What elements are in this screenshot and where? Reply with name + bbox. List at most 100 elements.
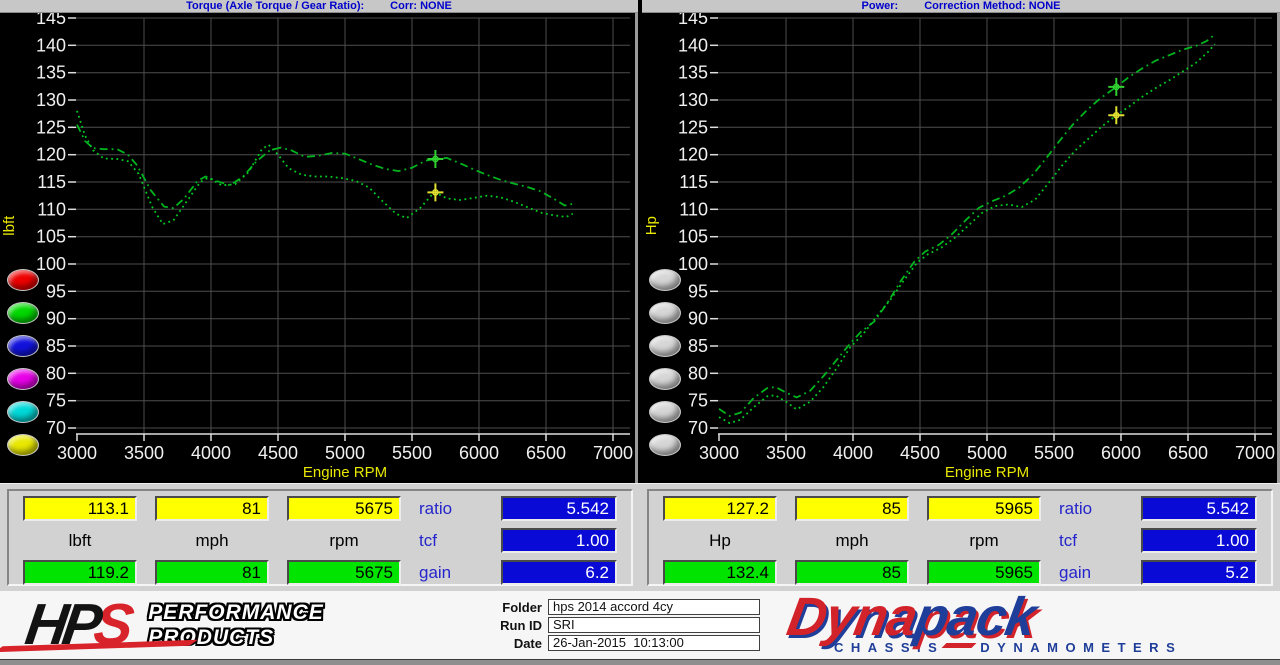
power-gridlines — [718, 18, 1272, 434]
power-cursor-marker-1 — [1108, 106, 1124, 124]
trace-button-right-slot-3[interactable] — [649, 335, 681, 357]
trace-button-left-yellow[interactable] — [7, 434, 39, 456]
svg-text:130: 130 — [36, 90, 66, 110]
torque-compare-rpm-field: 5675 — [287, 560, 401, 585]
svg-text:Hp: Hp — [643, 216, 660, 235]
power-data-panel: 127.2 85 5965 ratio 5.542 Hp mph rpm tcf… — [647, 489, 1273, 586]
hps-logo: HPS PERFORMANCE PRODUCTS — [8, 596, 486, 654]
power-chart-title: Power: — [862, 0, 899, 13]
svg-text:115: 115 — [37, 172, 66, 192]
trace-button-left-magenta[interactable] — [7, 368, 39, 390]
svg-text:110: 110 — [37, 199, 66, 219]
torque-cursor-value-field: 113.1 — [23, 496, 137, 521]
svg-text:75: 75 — [46, 391, 66, 411]
svg-text:90: 90 — [688, 309, 708, 329]
torque-cursor-rpm-field: 5675 — [287, 496, 401, 521]
trace-button-right-slot-2[interactable] — [649, 302, 681, 324]
torque-gain-label: gain — [419, 560, 483, 585]
power-cursor-value-field: 127.2 — [663, 496, 777, 521]
torque-compare-mph-field: 81 — [155, 560, 269, 585]
dynapack-word-blue: pack — [911, 587, 1041, 647]
power-cursor-marker-0 — [1108, 78, 1124, 96]
trace-button-right-slot-1[interactable] — [649, 269, 681, 291]
trace-button-left-red[interactable] — [7, 269, 39, 291]
svg-text:6500: 6500 — [526, 443, 566, 463]
svg-text:4000: 4000 — [191, 443, 231, 463]
power-mph-unit-label: mph — [795, 528, 909, 553]
power-compare-value-field: 132.4 — [663, 560, 777, 585]
svg-text:125: 125 — [36, 117, 66, 137]
trace-button-right-slot-5[interactable] — [649, 401, 681, 423]
power-x-axis: 300035004000450050005500600065007000Engi… — [699, 434, 1275, 481]
dynapack-logo: Dynapack CHASSIS DYNAMOMETERS — [774, 596, 1272, 655]
svg-text:70: 70 — [688, 418, 708, 438]
power-plot[interactable]: 7075808590951001051101151201251301351401… — [642, 13, 1277, 488]
power-ratio-field: 5.542 — [1141, 496, 1257, 521]
power-gain-label: gain — [1059, 560, 1123, 585]
hps-logo-mark: HPS — [4, 596, 132, 654]
svg-text:75: 75 — [688, 391, 708, 411]
svg-text:6000: 6000 — [459, 443, 499, 463]
torque-chart-correction: Corr: NONE — [390, 0, 452, 13]
date-field[interactable]: 26-Jan-2015 10:13:00 — [548, 635, 760, 651]
svg-text:5000: 5000 — [325, 443, 365, 463]
torque-unit-label: lbft — [23, 528, 137, 553]
trace-button-left-blue[interactable] — [7, 335, 39, 357]
power-chart-area: 7075808590951001051101151201251301351401… — [642, 13, 1280, 483]
torque-mph-unit-label: mph — [155, 528, 269, 553]
svg-text:145: 145 — [36, 13, 66, 28]
bottom-strip — [0, 659, 1280, 665]
svg-text:3500: 3500 — [124, 443, 164, 463]
dynapack-word-red: Dyna — [783, 587, 922, 647]
svg-text:100: 100 — [678, 254, 708, 274]
trace-button-right-slot-4[interactable] — [649, 368, 681, 390]
torque-compare-value-field: 119.2 — [23, 560, 137, 585]
svg-text:80: 80 — [46, 363, 66, 383]
svg-text:85: 85 — [688, 336, 708, 356]
run-id-field[interactable]: SRI — [548, 617, 760, 633]
torque-plot[interactable]: 7075808590951001051101151201251301351401… — [0, 13, 635, 488]
run-id-label: Run ID — [486, 618, 542, 633]
svg-text:135: 135 — [678, 63, 708, 83]
trace-button-right-slot-6[interactable] — [649, 434, 681, 456]
power-ratio-label: ratio — [1059, 496, 1123, 521]
charts-row: Torque (Axle Torque / Gear Ratio): Corr:… — [0, 0, 1280, 483]
svg-text:6000: 6000 — [1101, 443, 1141, 463]
svg-text:110: 110 — [679, 199, 708, 219]
power-tcf-field: 1.00 — [1141, 528, 1257, 553]
svg-text:85: 85 — [46, 336, 66, 356]
torque-chart-title: Torque (Axle Torque / Gear Ratio): — [186, 0, 364, 13]
torque-chart-panel: Torque (Axle Torque / Gear Ratio): Corr:… — [0, 0, 638, 483]
power-cursor-rpm-field: 5965 — [927, 496, 1041, 521]
power-compare-rpm-field: 5965 — [927, 560, 1041, 585]
svg-text:105: 105 — [36, 227, 66, 247]
torque-data-panel: 113.1 81 5675 ratio 5.542 lbft mph rpm t… — [7, 489, 633, 586]
power-compare-mph-field: 85 — [795, 560, 909, 585]
svg-text:3000: 3000 — [57, 443, 97, 463]
svg-text:130: 130 — [678, 90, 708, 110]
svg-text:7000: 7000 — [1235, 443, 1275, 463]
svg-text:3000: 3000 — [699, 443, 739, 463]
power-chart-titlebar: Power: Correction Method: NONE — [642, 0, 1280, 13]
svg-text:4500: 4500 — [900, 443, 940, 463]
torque-chart-area: 7075808590951001051101151201251301351401… — [0, 13, 638, 483]
power-chart-panel: Power: Correction Method: NONE 707580859… — [642, 0, 1280, 483]
torque-cursor-marker-0 — [427, 150, 443, 168]
torque-ratio-field: 5.542 — [501, 496, 617, 521]
power-cursor-mph-field: 85 — [795, 496, 909, 521]
svg-text:90: 90 — [46, 309, 66, 329]
svg-text:105: 105 — [678, 227, 708, 247]
hps-logo-hp-text: HP — [22, 592, 102, 657]
torque-comparison-run-dashdot — [77, 125, 573, 209]
torque-tcf-label: tcf — [419, 528, 483, 553]
folder-field[interactable]: hps 2014 accord 4cy — [548, 599, 760, 615]
dynapack-slash-icon — [942, 643, 977, 648]
folder-label: Folder — [486, 600, 542, 615]
svg-text:145: 145 — [678, 13, 708, 28]
trace-button-left-cyan[interactable] — [7, 401, 39, 423]
power-rpm-unit-label: rpm — [927, 528, 1041, 553]
svg-text:5500: 5500 — [392, 443, 432, 463]
torque-gridlines — [76, 18, 630, 434]
torque-chart-titlebar: Torque (Axle Torque / Gear Ratio): Corr:… — [0, 0, 638, 13]
trace-button-left-green[interactable] — [7, 302, 39, 324]
